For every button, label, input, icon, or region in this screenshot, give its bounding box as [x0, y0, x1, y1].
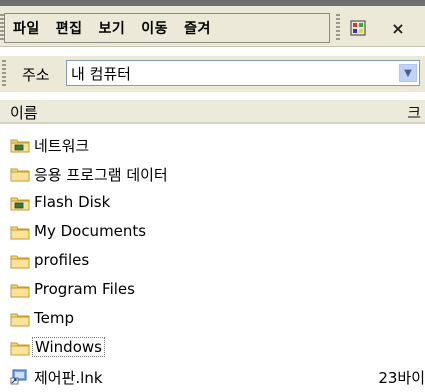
flag-icon[interactable] — [345, 14, 371, 42]
window-top-strip — [0, 0, 425, 6]
list-item[interactable]: Windows — [0, 335, 425, 364]
folder-icon — [10, 166, 30, 182]
menu-view[interactable]: 보기 — [99, 18, 126, 38]
file-name[interactable]: Windows — [32, 337, 105, 357]
file-name[interactable]: profiles — [32, 251, 91, 269]
address-bar: 주소 내 컴퓨터 ▼ — [0, 56, 425, 92]
folder-icon — [10, 311, 30, 327]
file-list: 네트워크응용 프로그램 데이터 Flash Disk My Documents pro… — [0, 132, 425, 392]
close-button[interactable]: × — [386, 14, 410, 42]
column-header-size[interactable]: 크 — [407, 102, 421, 123]
shortcut-icon — [10, 369, 30, 385]
file-size: 23바이 — [378, 369, 425, 387]
address-value: 내 컴퓨터 — [71, 65, 131, 83]
menu-file[interactable]: 파일 — [13, 18, 40, 38]
menu-edit[interactable]: 편집 — [56, 18, 83, 38]
list-item[interactable]: 응용 프로그램 데이터 — [0, 161, 425, 190]
menu-go[interactable]: 이동 — [141, 18, 168, 38]
file-name[interactable]: 제어판.lnk — [32, 367, 105, 388]
address-dropdown-button[interactable]: ▼ — [399, 64, 417, 82]
network-folder-icon — [10, 137, 30, 153]
file-name[interactable]: Temp — [32, 309, 76, 327]
file-name[interactable]: 네트워크 — [32, 135, 91, 156]
file-name[interactable]: Program Files — [32, 280, 137, 298]
address-label: 주소 — [22, 66, 50, 84]
file-name[interactable]: My Documents — [32, 222, 148, 240]
list-item[interactable]: 네트워크 — [0, 132, 425, 161]
list-item[interactable]: profiles — [0, 248, 425, 277]
menubar: 파일 편집 보기 이동 즐겨 — [4, 13, 330, 43]
folder-icon — [10, 224, 30, 240]
network-folder-icon — [10, 195, 30, 211]
close-icon: × — [391, 18, 405, 38]
menubar-row: 파일 편집 보기 이동 즐겨 × — [0, 0, 425, 47]
column-header: 이름 크 — [0, 100, 425, 124]
folder-icon — [10, 340, 30, 356]
menu-favorites[interactable]: 즐겨 — [184, 18, 211, 38]
list-item[interactable]: My Documents — [0, 219, 425, 248]
column-header-name[interactable]: 이름 — [10, 102, 38, 123]
folder-icon — [10, 253, 30, 269]
file-name[interactable]: 응용 프로그램 데이터 — [32, 164, 170, 185]
file-name[interactable]: Flash Disk — [32, 193, 112, 211]
toolbar-grip-2[interactable] — [336, 14, 340, 42]
folder-icon — [10, 282, 30, 298]
address-input[interactable]: 내 컴퓨터 ▼ — [66, 60, 420, 86]
list-item[interactable]: Program Files — [0, 277, 425, 306]
address-grip[interactable] — [2, 60, 6, 86]
list-item[interactable]: 제어판.lnk 23바이 — [0, 364, 425, 392]
list-item[interactable]: Temp — [0, 306, 425, 335]
chevron-down-icon: ▼ — [404, 67, 412, 79]
explorer-window: 파일 편집 보기 이동 즐겨 × 주소 내 컴퓨터 ▼ 이름 크 네트워크 응용… — [0, 0, 425, 392]
list-item[interactable]: Flash Disk — [0, 190, 425, 219]
